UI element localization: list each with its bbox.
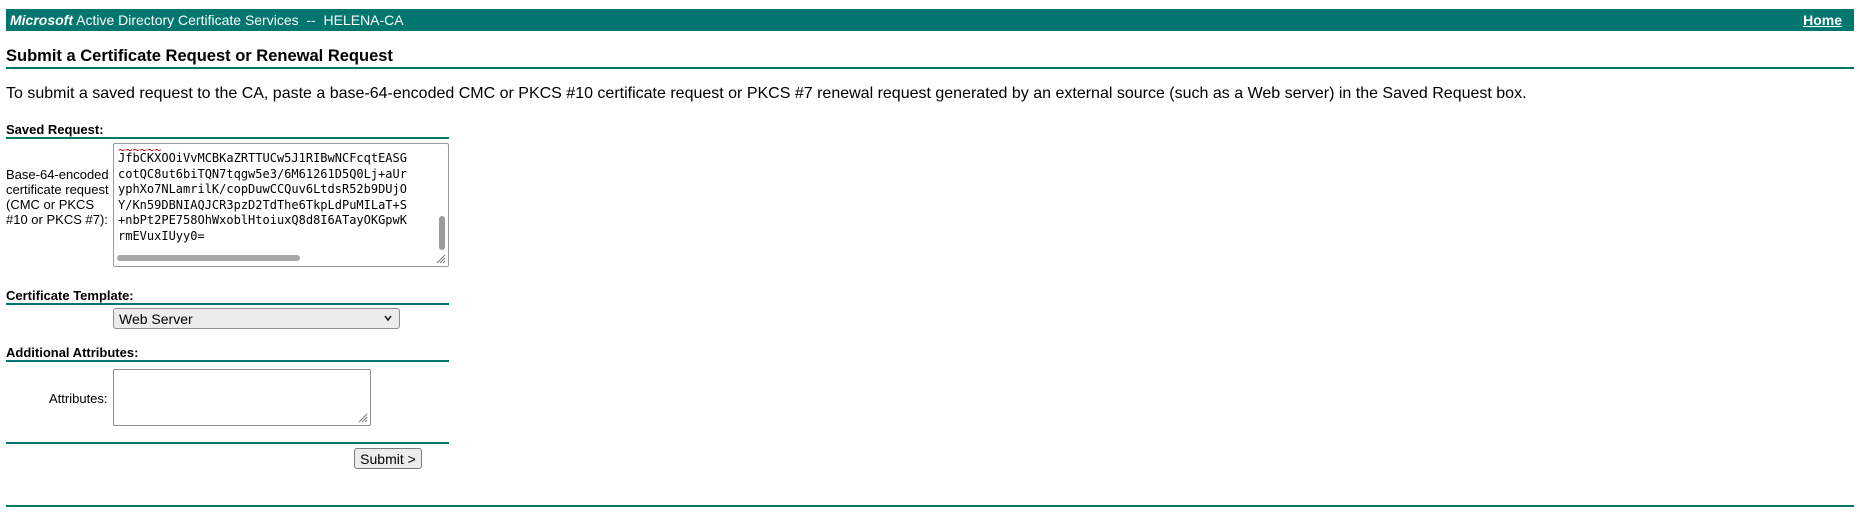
resize-grip-icon[interactable] (358, 413, 368, 423)
saved-request-textarea[interactable]: ~~~~~~JfbCKXOOiVvMCBKaZRTTUCw5J1RIBwNCFc… (113, 143, 449, 267)
attributes-textarea[interactable] (113, 369, 371, 426)
title-divider (6, 67, 1854, 69)
home-link[interactable]: Home (1803, 12, 1842, 28)
request-field-label: Base-64-encoded certificate request (CMC… (6, 167, 109, 227)
request-line: JfbCKXOOiVvMCBKaZRTTUCw5J1RIBwNCFcqtEASG (118, 151, 407, 165)
request-line: +nbPt2PE758OhWxoblHtoiuxQ8d8I6ATayOKGpwK (118, 213, 407, 227)
template-label: Certificate Template: (6, 288, 134, 303)
resize-grip-icon[interactable] (436, 254, 446, 264)
chevron-down-icon (384, 315, 392, 322)
saved-request-divider (6, 137, 449, 139)
attributes-section-label: Additional Attributes: (6, 345, 139, 360)
request-line: rmEVuxIUyy0= (118, 228, 205, 243)
vertical-scrollbar[interactable] (439, 216, 445, 250)
app-title: Microsoft Active Directory Certificate S… (10, 12, 404, 28)
saved-request-content: ~~~~~~JfbCKXOOiVvMCBKaZRTTUCw5J1RIBwNCFc… (118, 146, 434, 244)
submit-button[interactable]: Submit > (354, 448, 422, 469)
request-line: cotQC8ut6biTQN7tqgw5e3/6M61261D5Q0Lj+aUr (118, 166, 407, 181)
app-title-text: Active Directory Certificate Services --… (73, 12, 404, 28)
request-line: Y/Kn59DBNIAQJCR3pzD2TdThe6TkpLdPuMILaT+S (118, 197, 407, 212)
submit-divider (6, 442, 449, 444)
intro-text: To submit a saved request to the CA, pas… (6, 85, 1527, 102)
footer-divider (6, 505, 1854, 507)
attributes-divider (6, 360, 449, 362)
template-select[interactable]: Web Server (113, 308, 400, 329)
request-line: yphXo7NLamrilK/copDuwCCQuv6LtdsR52b9DUjO (118, 182, 407, 196)
brand-name: Microsoft (10, 12, 73, 28)
template-selected-value: Web Server (119, 310, 193, 327)
page-title: Submit a Certificate Request or Renewal … (6, 47, 393, 65)
horizontal-scrollbar[interactable] (117, 255, 300, 261)
template-divider (6, 303, 449, 305)
header-bar: Microsoft Active Directory Certificate S… (6, 9, 1854, 31)
attributes-field-label: Attributes: (49, 391, 108, 406)
saved-request-label: Saved Request: (6, 122, 104, 137)
